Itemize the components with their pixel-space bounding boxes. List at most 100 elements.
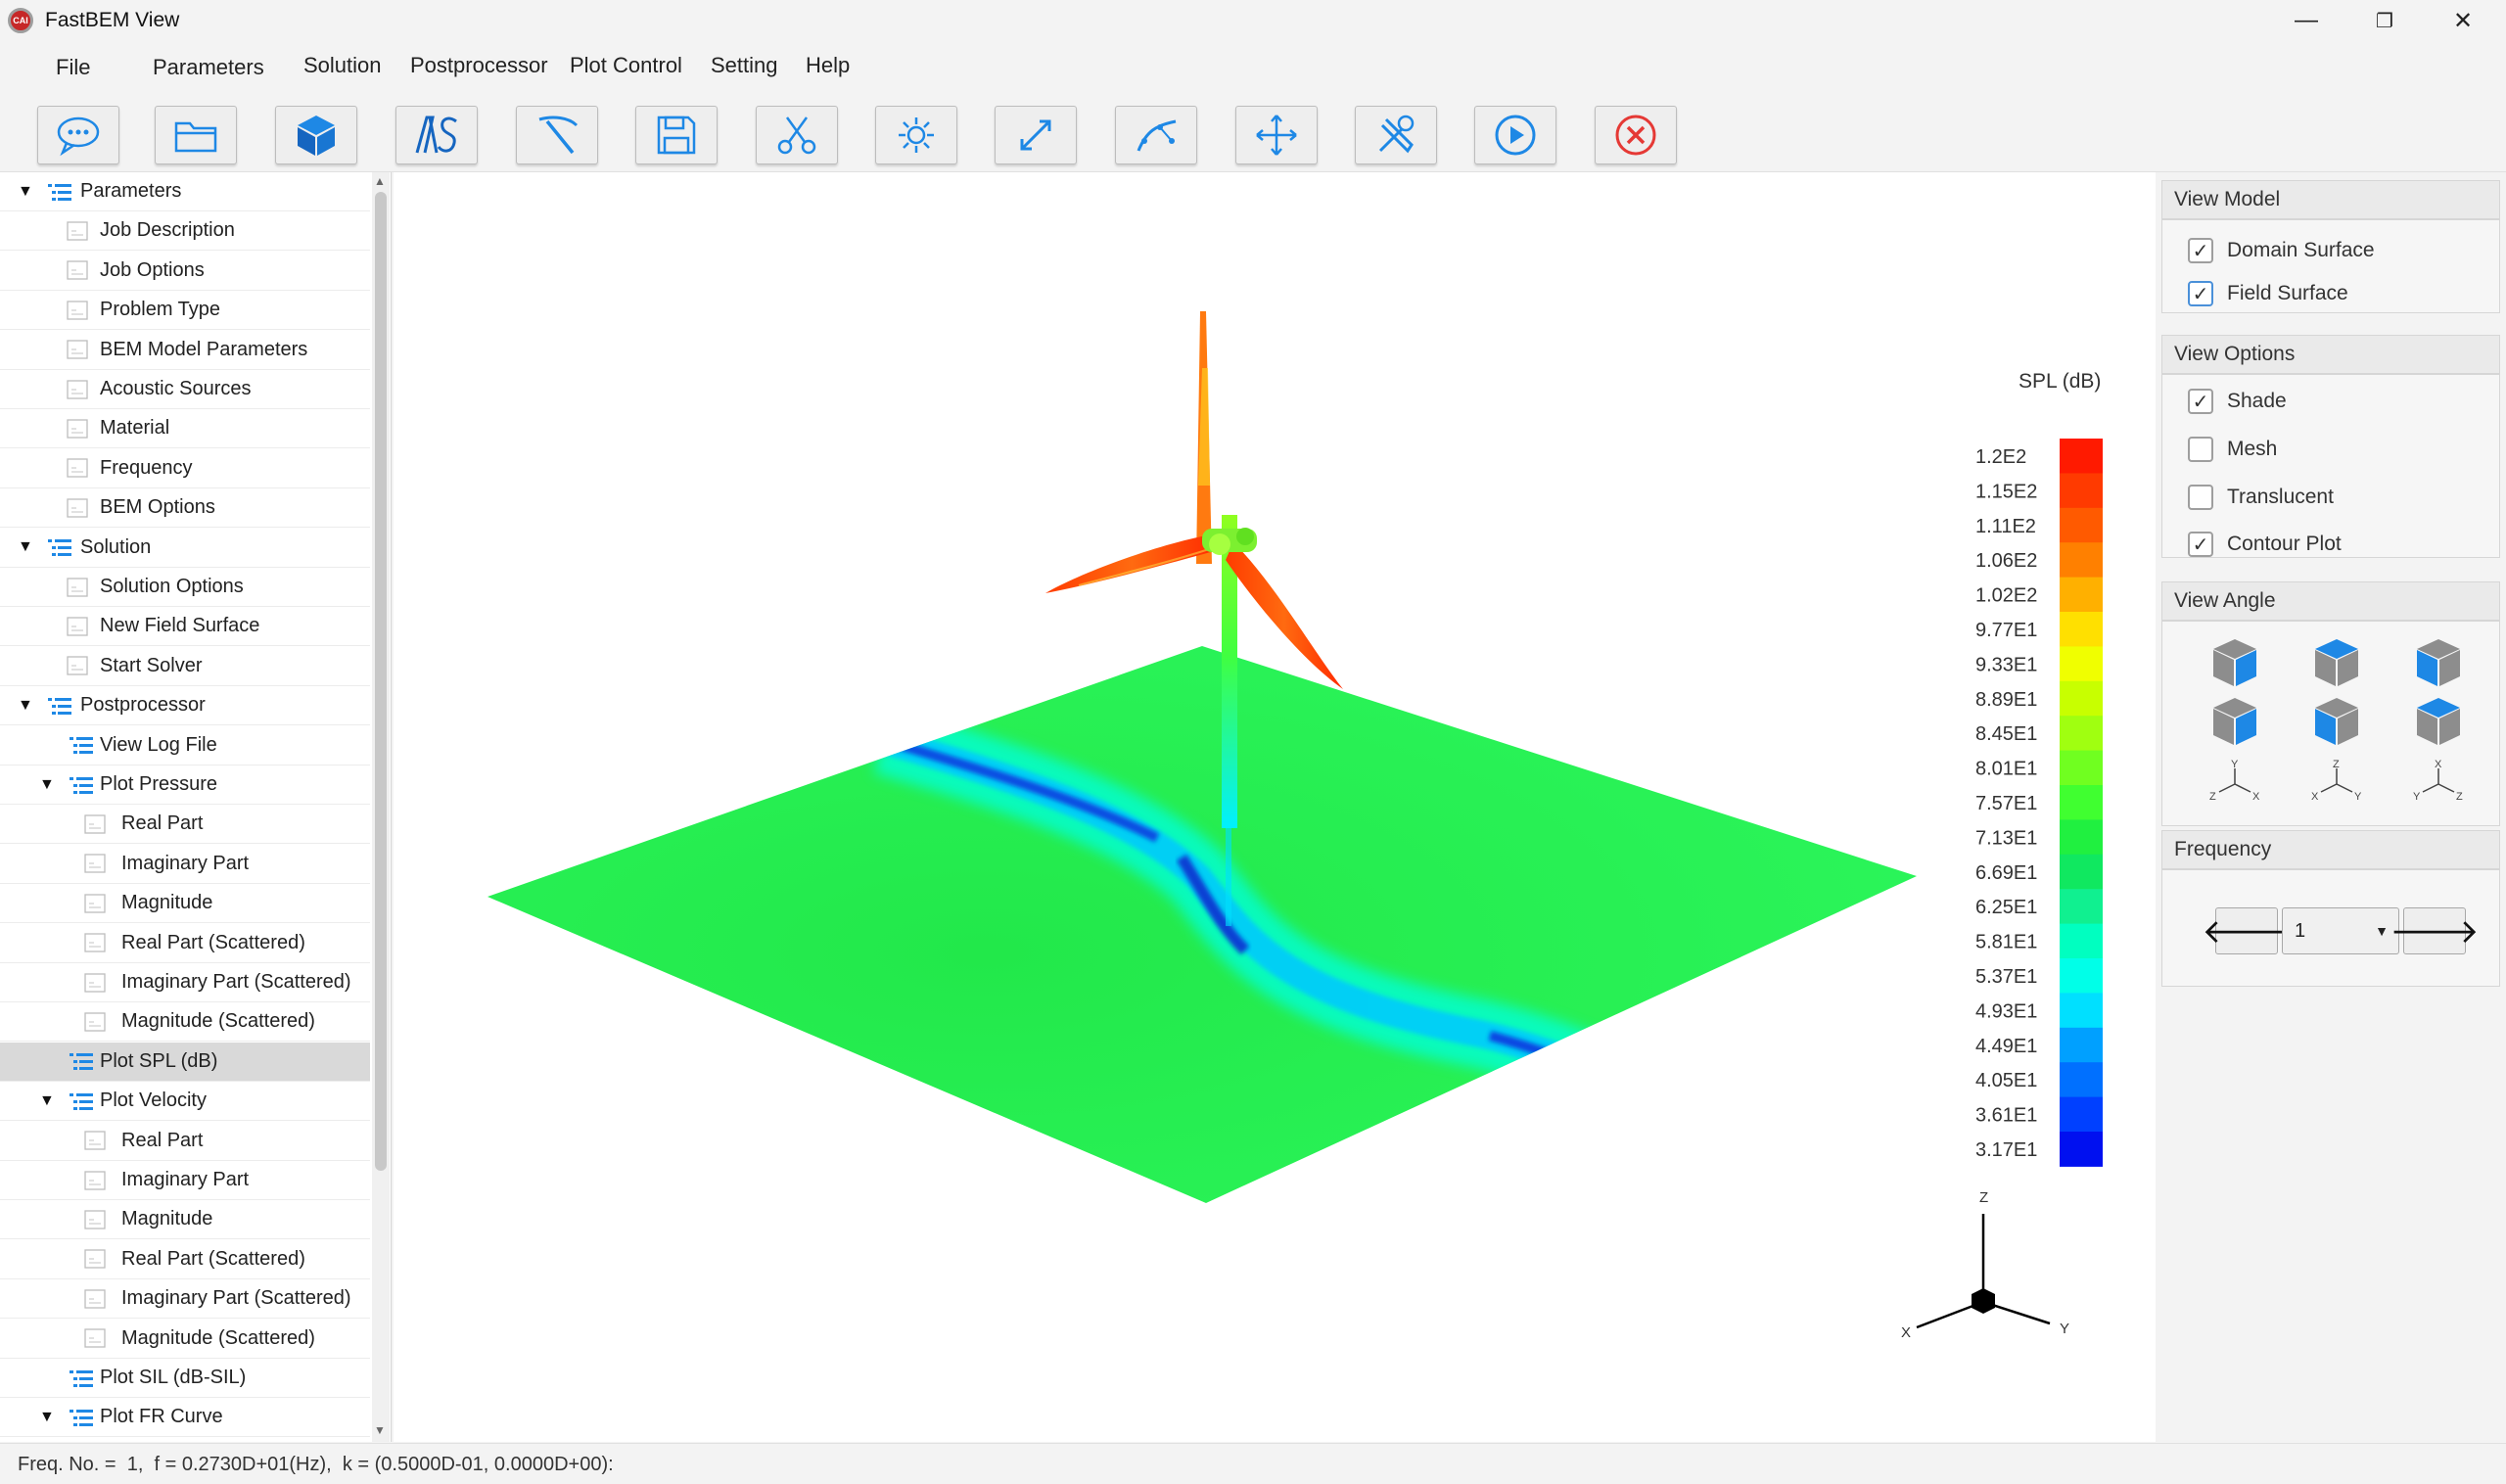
restore-button[interactable]: ❐ [2345, 0, 2424, 41]
mesh-label: Mesh [2227, 438, 2278, 460]
document-icon [82, 1170, 108, 1190]
view-angle-cube-icon[interactable] [2207, 694, 2262, 749]
cut-button[interactable] [756, 106, 838, 164]
expand-toggle-icon[interactable]: ▼ [39, 1409, 55, 1426]
menu-file[interactable]: File [56, 55, 90, 80]
menu-plot-control[interactable]: Plot Control [570, 53, 682, 78]
open-folder-button[interactable] [155, 106, 237, 164]
field-surface-label: Field Surface [2227, 282, 2348, 304]
tree-item[interactable]: Magnitude (Scattered) [0, 1320, 370, 1359]
tree-item[interactable]: Job Description [0, 211, 370, 252]
tree-item[interactable]: ▼ Postprocessor [0, 686, 370, 726]
scroll-up-icon[interactable]: ▲ [374, 174, 386, 188]
tree-item[interactable]: Real Part [0, 1122, 370, 1161]
tree-item[interactable]: Problem Type [0, 291, 370, 331]
menu-setting[interactable]: Setting [711, 53, 778, 78]
legend-swatch [2060, 993, 2103, 1029]
list-icon [47, 182, 72, 202]
axis-triad-icon[interactable]: X Y Z [2411, 759, 2466, 803]
expand-toggle-icon[interactable]: ▼ [18, 183, 33, 201]
expand-toggle-icon[interactable]: ▼ [39, 776, 55, 794]
list-icon [69, 1051, 94, 1071]
shade-checkbox[interactable]: ✓ Shade [2188, 389, 2287, 414]
tree-item[interactable]: Plot SIL (dB-SIL) [0, 1359, 370, 1398]
tools-button[interactable] [1355, 106, 1437, 164]
view-angle-cube-icon[interactable] [2207, 635, 2262, 690]
tree-item[interactable]: ▼ Parameters [0, 172, 370, 211]
axis-triad-icon[interactable]: Z X Y [2309, 759, 2364, 803]
menu-parameters[interactable]: Parameters [153, 55, 264, 80]
translucent-label: Translucent [2227, 486, 2334, 508]
expand-toggle-icon[interactable]: ▼ [39, 1092, 55, 1110]
tree-item[interactable]: Real Part [0, 805, 370, 845]
view-angle-cube-icon[interactable] [2411, 694, 2466, 749]
menu-solution[interactable]: Solution [303, 53, 382, 78]
run-button[interactable] [1474, 106, 1556, 164]
light-button[interactable] [875, 106, 957, 164]
domain-surface-checkbox[interactable]: ✓ Domain Surface [2188, 238, 2375, 263]
tree-item[interactable]: Imaginary Part (Scattered) [0, 963, 370, 1002]
translucent-checkbox[interactable]: Translucent [2188, 485, 2334, 510]
curve-button[interactable] [1115, 106, 1197, 164]
fit-expand-button[interactable] [995, 106, 1077, 164]
document-icon [65, 498, 90, 518]
tree-item[interactable]: Plot SPL (dB) [0, 1042, 370, 1082]
tree-item[interactable]: BEM Options [0, 488, 370, 529]
freq-select[interactable]: 1 ▼ [2282, 907, 2399, 954]
model-button[interactable] [275, 106, 357, 164]
view-angle-cube-icon[interactable] [2309, 694, 2364, 749]
tree-item[interactable]: Real Part (Scattered) [0, 924, 370, 963]
menu-postprocessor[interactable]: Postprocessor [410, 53, 548, 78]
tree-item[interactable]: ▼ Solution [0, 529, 370, 568]
tree-item[interactable]: Job Options [0, 252, 370, 291]
contour-plot-checkbox[interactable]: ✓ Contour Plot [2188, 532, 2342, 557]
axis-triad-icon[interactable]: Y Z X [2207, 759, 2262, 803]
minimize-button[interactable]: — [2267, 0, 2345, 41]
tree-item[interactable]: BEM Model Parameters [0, 331, 370, 370]
tree-scrollbar[interactable]: ▲ ▼ [372, 172, 390, 1442]
tree-item[interactable]: Material [0, 409, 370, 449]
tree-item[interactable]: Imaginary Part [0, 845, 370, 884]
view-angle-cube-icon[interactable] [2309, 635, 2364, 690]
pick-tool-button[interactable] [516, 106, 598, 164]
toolbar [0, 94, 2506, 172]
as-button[interactable] [395, 106, 478, 164]
tree-item[interactable]: Magnitude [0, 1200, 370, 1240]
tree-item[interactable]: Real Part (Scattered) [0, 1240, 370, 1279]
mesh-checkbox[interactable]: Mesh [2188, 437, 2277, 462]
list-icon [69, 1408, 94, 1427]
as-logo-icon [415, 116, 457, 154]
tree-item[interactable]: Frequency [0, 449, 370, 488]
tree-item[interactable]: Acoustic Sources [0, 370, 370, 409]
tree-item[interactable]: ▼ Plot FR Curve [0, 1398, 370, 1438]
scroll-thumb[interactable] [375, 192, 387, 1171]
expand-toggle-icon[interactable]: ▼ [18, 538, 33, 556]
save-button[interactable] [635, 106, 718, 164]
tree-item-label: Solution [80, 535, 152, 558]
tree-item[interactable]: Imaginary Part (Scattered) [0, 1279, 370, 1320]
axis-z-label: Z [1979, 1189, 1988, 1206]
tree-item[interactable]: ▼ Plot Pressure [0, 765, 370, 805]
move-button[interactable] [1235, 106, 1318, 164]
scroll-down-icon[interactable]: ▼ [374, 1423, 386, 1437]
tree-item[interactable]: Imaginary Part [0, 1161, 370, 1200]
tree-item[interactable]: ▼ Plot Velocity [0, 1082, 370, 1122]
pick-tool-icon [538, 116, 579, 155]
close-button[interactable]: ✕ [2424, 0, 2502, 41]
view-angle-cube-icon[interactable] [2411, 635, 2466, 690]
tree-item[interactable]: View Log File [0, 726, 370, 765]
chat-button[interactable] [37, 106, 119, 164]
exit-button[interactable] [1595, 106, 1677, 164]
freq-next-button[interactable]: 🡒 [2390, 907, 2480, 954]
field-surface-checkbox[interactable]: ✓ Field Surface [2188, 281, 2348, 306]
tree-item[interactable]: Solution Options [0, 568, 370, 607]
tree-item[interactable]: Magnitude [0, 884, 370, 924]
freq-prev-button[interactable]: 🡐 [2202, 907, 2292, 954]
tree-item[interactable]: New Field Surface [0, 607, 370, 647]
tree-item[interactable]: Magnitude (Scattered) [0, 1002, 370, 1043]
legend-label: 6.25E1 [1975, 897, 2037, 918]
tree-item[interactable]: Start Solver [0, 647, 370, 686]
menu-help[interactable]: Help [806, 53, 850, 78]
expand-toggle-icon[interactable]: ▼ [18, 697, 33, 715]
3d-viewport[interactable]: SPL (dB) 1.2E2 1.15E2 1.11E2 1.06E2 1.02E2 9.… [394, 172, 2156, 1442]
